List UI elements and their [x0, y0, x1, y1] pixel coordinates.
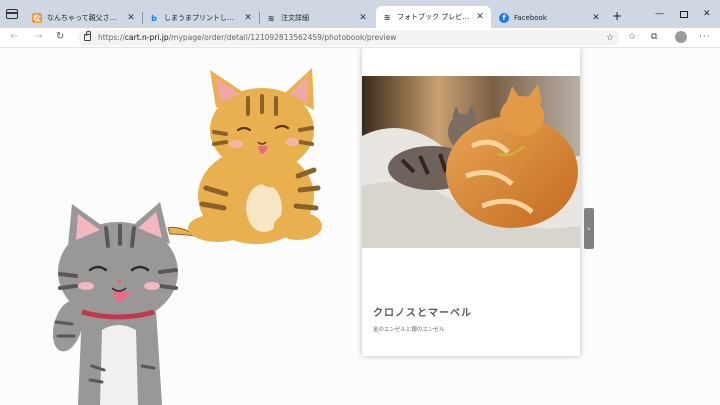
facebook-favicon-icon: f [499, 13, 509, 23]
close-icon[interactable]: ✕ [243, 13, 253, 23]
tab-label: フォトブック プレビュー [397, 13, 471, 21]
bing-favicon-icon: b [151, 13, 157, 23]
browser-toolbar: ← → ↻ https://cart.n-pri.jp/mypage/order… [0, 28, 720, 48]
close-icon[interactable]: ✕ [475, 12, 485, 22]
orange-cat-illustration [167, 68, 322, 244]
tab-label: しまうまプリントしまうま - Bing [164, 14, 239, 22]
book-subtitle: 金のエンゼルと銀のエンゼル [373, 327, 445, 333]
blog-favicon-icon: な [32, 13, 42, 23]
url-path: /mypage/order/detail/121092813562459/pho… [168, 33, 397, 42]
url-text: https://cart.n-pri.jp/mypage/order/detai… [98, 33, 396, 42]
tab-strip: な なんちゃって親父さんの猫日記 - ✕ b しまうまプリントしまうま - Bi… [0, 0, 720, 28]
close-icon[interactable]: ✕ [126, 13, 136, 23]
minimize-button[interactable]: — [655, 9, 664, 19]
next-page-button[interactable]: › [584, 208, 594, 249]
window-close-button[interactable]: ✕ [703, 9, 711, 19]
close-icon[interactable]: ✕ [591, 13, 601, 23]
tab-actions-icon[interactable] [6, 9, 18, 19]
back-button[interactable]: ← [10, 31, 18, 42]
address-bar[interactable]: https://cart.n-pri.jp/mypage/order/detai… [78, 30, 620, 46]
forward-button[interactable]: → [34, 31, 42, 42]
book-title: クロノスとマーベル [373, 308, 472, 319]
collections-icon[interactable]: ⧉ [651, 32, 657, 42]
restore-button[interactable] [680, 11, 688, 18]
refresh-button[interactable]: ↻ [56, 31, 64, 42]
tab-facebook[interactable]: f Facebook ✕ [493, 8, 607, 28]
favorite-star-icon[interactable]: ☆ [606, 33, 614, 43]
page-favicon-icon: ≋ [383, 12, 391, 22]
url-scheme: https:// [98, 33, 125, 42]
url-domain: cart.n-pri.jp [124, 33, 169, 42]
tab-label: 注文詳細 [281, 14, 309, 22]
close-icon[interactable]: ✕ [358, 13, 368, 23]
gray-cat-illustration [52, 202, 178, 405]
tab-photobook-preview[interactable]: ≋ フォトブック プレビュー ✕ [376, 6, 491, 28]
tab-bing[interactable]: b しまうまプリントしまうま - Bing ✕ [143, 8, 259, 28]
page-content: クロノスとマーベル 金のエンゼルと銀のエンゼル › [0, 48, 720, 405]
profile-avatar[interactable] [675, 31, 687, 43]
chevron-right-icon: › [587, 224, 591, 233]
tab-label: なんちゃって親父さんの猫日記 - [47, 14, 122, 22]
favorites-icon[interactable]: ☆ [628, 32, 636, 42]
cats-photo-image [362, 76, 580, 248]
more-options-icon[interactable]: ··· [699, 32, 711, 42]
lock-icon[interactable] [84, 31, 91, 41]
new-tab-button[interactable]: + [612, 10, 622, 22]
tab-blog[interactable]: な なんちゃって親父さんの猫日記 - ✕ [26, 8, 142, 28]
tab-label: Facebook [514, 14, 547, 22]
cover-photo [362, 76, 580, 248]
page-favicon-icon: ≋ [267, 13, 275, 23]
photobook-page: クロノスとマーベル 金のエンゼルと銀のエンゼル [362, 48, 580, 356]
tab-order-detail[interactable]: ≋ 注文詳細 ✕ [260, 8, 374, 28]
